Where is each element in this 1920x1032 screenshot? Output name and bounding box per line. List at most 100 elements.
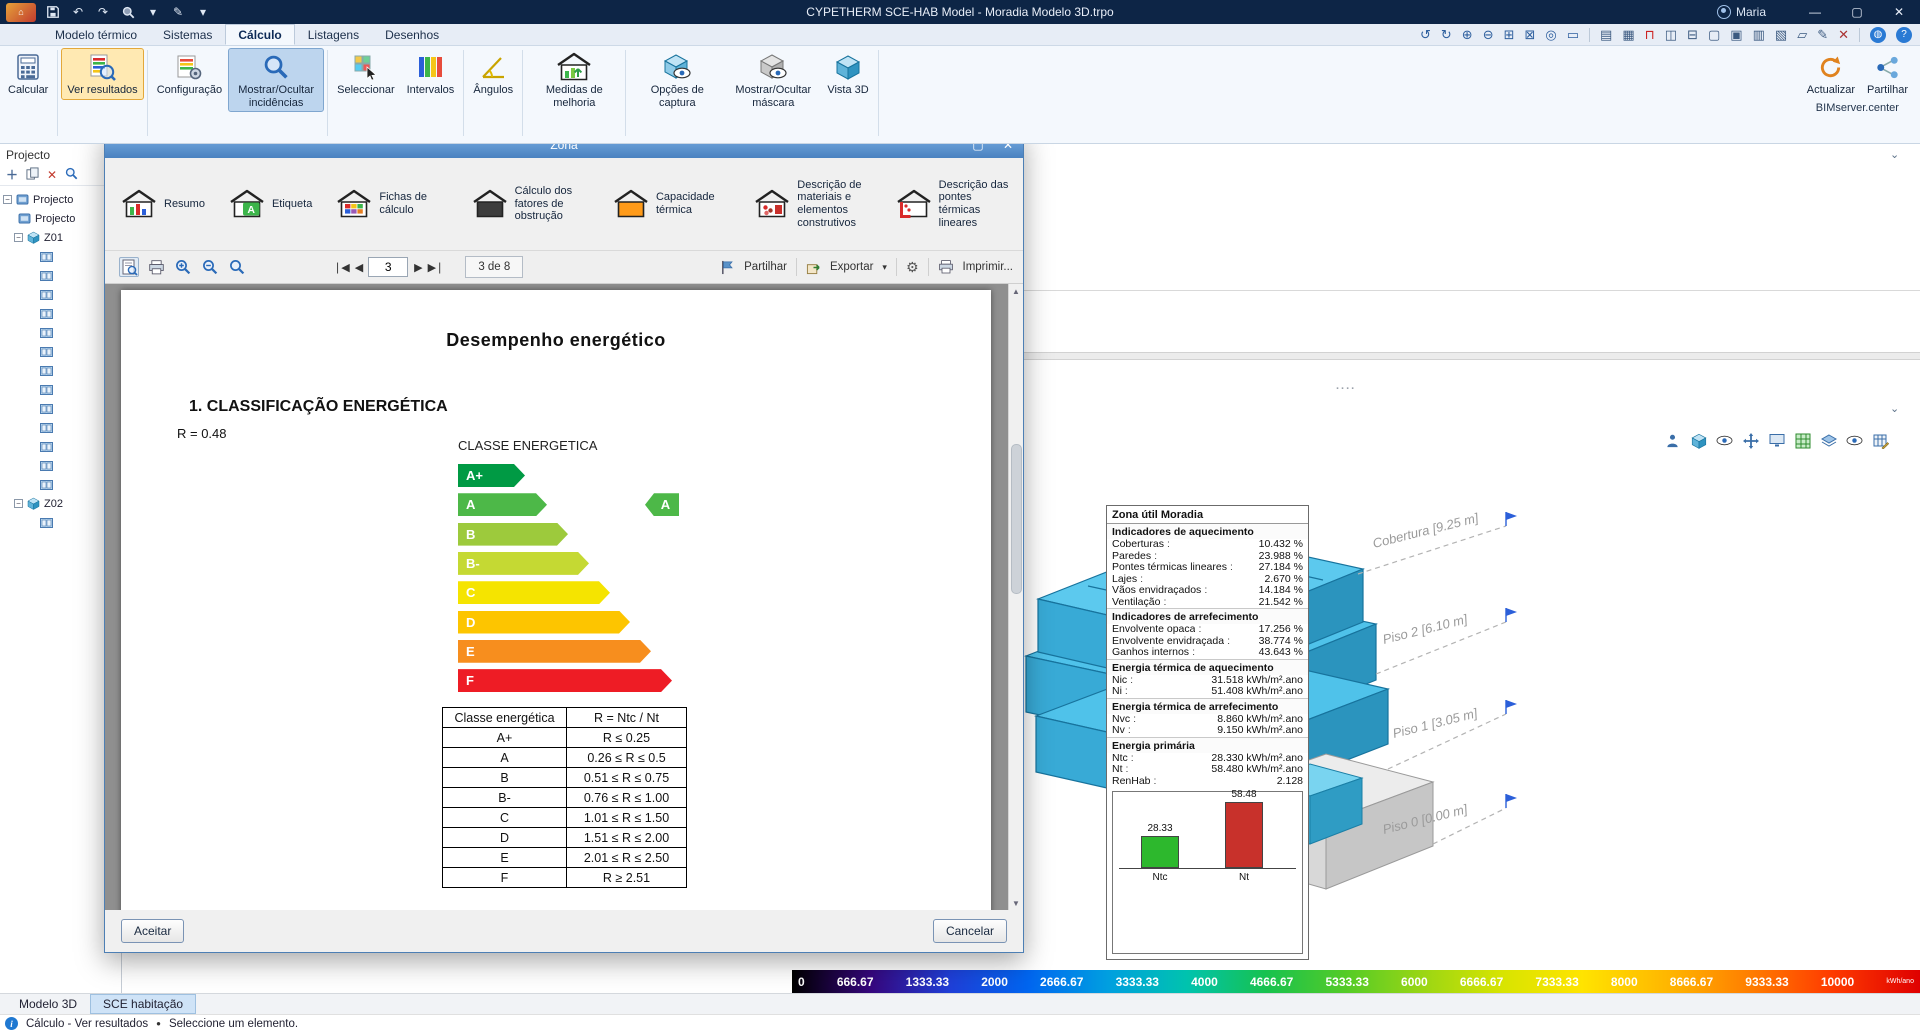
ribbon-button-vista-3d[interactable]: Vista 3D	[821, 48, 874, 100]
tree-node-projecto-root[interactable]: − Projecto	[0, 190, 121, 209]
grid-icon[interactable]: ▦	[1622, 28, 1634, 41]
add-icon[interactable]: ＋	[6, 169, 18, 181]
app-logo-icon[interactable]: ⌂	[6, 2, 36, 22]
tree-toggle[interactable]: −	[3, 195, 12, 204]
rows-icon[interactable]: ▥	[1753, 28, 1765, 41]
first-page-icon[interactable]: ❘◀	[333, 261, 350, 274]
last-page-icon[interactable]: ▶❘	[428, 261, 445, 274]
tree-node-z01-child[interactable]	[0, 437, 121, 456]
dialog-toolbar-fichas[interactable]: Fichas de cálculo	[336, 189, 447, 219]
export-button[interactable]: Exportar	[830, 261, 873, 273]
ribbon-tab-modelo-t-rmico[interactable]: Modelo térmico	[42, 24, 150, 45]
tree-toggle[interactable]: −	[14, 233, 23, 242]
dialog-toolbar-resumo[interactable]: Resumo	[121, 189, 205, 219]
ribbon-button-seleccionar[interactable]: Seleccionar	[331, 48, 400, 100]
table-icon[interactable]: ▤	[1600, 28, 1612, 41]
page-number-input[interactable]	[368, 257, 409, 277]
dialog-toolbar-obstrucao[interactable]: Cálculo dos fatores de obstrução	[472, 185, 589, 223]
ruler-icon[interactable]: ▱	[1797, 28, 1807, 41]
zoom-extents-icon[interactable]: ⊠	[1525, 28, 1536, 41]
ribbon-tab-c-lculo[interactable]: Cálculo	[225, 24, 295, 45]
tree-node-z01-child[interactable]	[0, 475, 121, 494]
window-tile-icon[interactable]: ▣	[1730, 28, 1742, 41]
search-icon[interactable]	[65, 167, 78, 182]
zoom-out-icon[interactable]	[200, 257, 220, 277]
view-tab-modelo-3d[interactable]: Modelo 3D	[6, 994, 90, 1014]
delete-icon[interactable]: ✕	[47, 169, 57, 181]
scroll-up-icon[interactable]: ▲	[1012, 284, 1020, 298]
window-cascade-icon[interactable]: ⊟	[1687, 28, 1698, 41]
ribbon-tab-desenhos[interactable]: Desenhos	[372, 24, 452, 45]
window-split-icon[interactable]: ◫	[1665, 28, 1677, 41]
ribbon-button-mostrar-ocultar-m-scara[interactable]: Mostrar/Ocultar máscara	[725, 48, 821, 112]
tree-node-z01-child[interactable]	[0, 380, 121, 399]
share-button[interactable]: Partilhar	[744, 261, 787, 273]
tree-node-z01-child[interactable]	[0, 285, 121, 304]
print-button[interactable]: Imprimir...	[963, 261, 1013, 273]
tree-node-projecto[interactable]: Projecto	[0, 209, 121, 228]
prev-page-icon[interactable]: ◀	[355, 261, 364, 274]
ribbon-button-op-es-de-captura[interactable]: Opções de captura	[629, 48, 725, 112]
ribbon-button--ngulos[interactable]: Ângulos	[467, 48, 519, 100]
tree-node-z01[interactable]: − Z01	[0, 228, 121, 247]
user-account[interactable]: Maria	[1716, 5, 1766, 19]
dialog-toolbar-etiqueta[interactable]: A Etiqueta	[229, 189, 312, 219]
ribbon-button-intervalos[interactable]: Intervalos	[401, 48, 461, 100]
ribbon-button-calcular[interactable]: Calcular	[2, 48, 54, 100]
dialog-toolbar-pontes[interactable]: Descrição das pontes térmicas lineares	[896, 179, 1013, 230]
web-icon[interactable]: ◍	[1870, 26, 1886, 43]
scrollbar-thumb[interactable]	[1011, 444, 1022, 594]
close-button[interactable]: ✕	[1880, 0, 1918, 24]
cancel-button[interactable]: Cancelar	[932, 919, 1007, 943]
tree-node-z01-child[interactable]	[0, 399, 121, 418]
vertical-scrollbar[interactable]: ▲ ▼	[1008, 284, 1023, 910]
next-page-icon[interactable]: ▶	[414, 261, 423, 274]
help-icon[interactable]: ?	[1896, 26, 1912, 43]
tree-node-z01-child[interactable]	[0, 304, 121, 323]
ribbon-tab-sistemas[interactable]: Sistemas	[150, 24, 225, 45]
maximize-button[interactable]: ▢	[1838, 0, 1876, 24]
export-caret-icon[interactable]: ▾	[882, 262, 887, 273]
ribbon-button-mostrar-ocultar-incid-ncias[interactable]: Mostrar/Ocultar incidências	[228, 48, 325, 113]
tree-node-z01-child[interactable]	[0, 247, 121, 266]
search-icon[interactable]	[120, 4, 136, 20]
tree-node-z01-child[interactable]	[0, 361, 121, 380]
tree-node-z01-child[interactable]	[0, 456, 121, 475]
tree-node-z01-child[interactable]	[0, 418, 121, 437]
dialog-toolbar-capacidade[interactable]: Capacidade térmica	[613, 189, 730, 219]
dropdown-caret-icon[interactable]: ▾	[145, 4, 161, 20]
ribbon-button-medidas-de-melhoria[interactable]: Medidas de melhoria	[526, 48, 622, 112]
ribbon-button-configura-o[interactable]: Configuração	[151, 48, 228, 100]
viewer-settings-icon[interactable]: ⚙	[906, 259, 919, 276]
ribbon-button-ver-resultados[interactable]: Ver resultados	[61, 48, 144, 100]
pencil-icon[interactable]: ✎	[170, 4, 186, 20]
view-tab-sce-habita-o[interactable]: SCE habitação	[90, 994, 197, 1014]
zoom-window-icon[interactable]: ⊞	[1504, 28, 1515, 41]
minimize-button[interactable]: —	[1796, 0, 1834, 24]
window-box-icon[interactable]: ▢	[1708, 28, 1720, 41]
zoom-icon[interactable]	[227, 257, 247, 277]
scroll-down-icon[interactable]: ▼	[1012, 896, 1020, 910]
tree-node-z01-child[interactable]	[0, 323, 121, 342]
tree-node-z02-child[interactable]	[0, 513, 121, 532]
page-preview-icon[interactable]	[119, 257, 139, 277]
tree-node-z02[interactable]: − Z02	[0, 494, 121, 513]
tree-node-z01-child[interactable]	[0, 342, 121, 361]
edit-icon[interactable]: ✎	[1817, 28, 1828, 41]
orbit-right-icon[interactable]: ↻	[1441, 28, 1452, 41]
orbit-left-icon[interactable]: ↺	[1420, 28, 1431, 41]
tree-node-z01-child[interactable]	[0, 266, 121, 285]
hatch-icon[interactable]: ▧	[1775, 28, 1787, 41]
zoom-in-icon[interactable]	[173, 257, 193, 277]
report-page-area[interactable]: Desempenho energético 1. CLASSIFICAÇÃO E…	[105, 284, 1023, 910]
save-icon[interactable]	[45, 4, 61, 20]
dialog-toolbar-materiais[interactable]: Descrição de materiais e elementos const…	[754, 179, 871, 230]
zoom-in-icon[interactable]: ⊕	[1462, 28, 1473, 41]
ribbon-button-partilhar[interactable]: Partilhar	[1861, 48, 1914, 100]
tree-toggle[interactable]: −	[14, 499, 23, 508]
frame-view-icon[interactable]: ▭	[1567, 28, 1579, 41]
accept-button[interactable]: Aceitar	[121, 919, 185, 943]
redo-icon[interactable]: ↷	[95, 4, 111, 20]
center-view-icon[interactable]: ◎	[1545, 28, 1556, 41]
ribbon-tab-listagens[interactable]: Listagens	[295, 24, 372, 45]
